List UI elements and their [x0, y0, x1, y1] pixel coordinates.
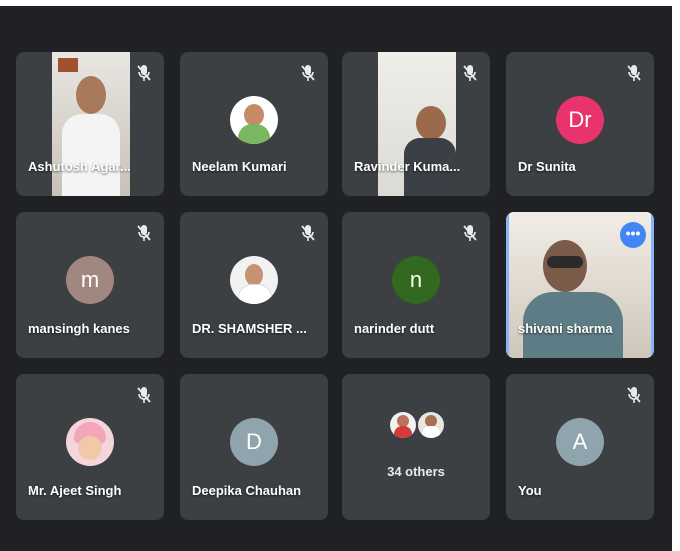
avatar	[230, 96, 278, 144]
participant-tile[interactable]: Mr. Ajeet Singh	[16, 374, 164, 520]
avatar	[66, 418, 114, 466]
mic-off-icon	[463, 65, 477, 81]
participant-video	[378, 52, 456, 196]
meeting-grid: Ashutosh Agar... Neelam Kumari Ravinder …	[0, 0, 672, 551]
participant-tile[interactable]: D Deepika Chauhan	[180, 374, 328, 520]
participant-name: Dr Sunita	[518, 159, 576, 174]
avatar	[418, 412, 444, 438]
participant-tile-speaking[interactable]: ••• shivani sharma	[506, 212, 654, 358]
others-count: 34 others	[387, 464, 445, 479]
participant-name: Ashutosh Agar...	[28, 159, 131, 174]
participant-name: Mr. Ajeet Singh	[28, 483, 122, 498]
others-tile[interactable]: 34 others	[342, 374, 490, 520]
participant-name: mansingh kanes	[28, 321, 130, 336]
more-horiz-icon[interactable]: •••	[620, 222, 646, 248]
participant-name: Ravinder Kuma...	[354, 159, 461, 174]
participant-name: Deepika Chauhan	[192, 483, 302, 498]
avatar: A	[556, 418, 604, 466]
participant-name: DR. SHAMSHER ...	[192, 321, 307, 336]
mic-off-icon	[137, 225, 151, 241]
avatar: m	[66, 256, 114, 304]
participant-tile[interactable]: n narinder dutt	[342, 212, 490, 358]
participant-video	[52, 52, 130, 196]
participant-tile[interactable]: Ashutosh Agar...	[16, 52, 164, 196]
participant-tile-self[interactable]: A You	[506, 374, 654, 520]
mic-off-icon	[137, 65, 151, 81]
avatar: Dr	[556, 96, 604, 144]
participant-name: narinder dutt	[354, 321, 435, 336]
avatar	[390, 412, 416, 438]
participant-tile[interactable]: m mansingh kanes	[16, 212, 164, 358]
participant-name: shivani sharma	[518, 321, 613, 336]
avatar	[230, 256, 278, 304]
mic-off-icon	[627, 65, 641, 81]
avatar: D	[230, 418, 278, 466]
mic-off-icon	[301, 225, 315, 241]
participant-tile[interactable]: DR. SHAMSHER ...	[180, 212, 328, 358]
mic-off-icon	[627, 387, 641, 403]
participant-tile[interactable]: Ravinder Kuma...	[342, 52, 490, 196]
avatar: n	[392, 256, 440, 304]
mic-off-icon	[301, 65, 315, 81]
participant-tile[interactable]: Dr Dr Sunita	[506, 52, 654, 196]
mic-off-icon	[463, 225, 477, 241]
participant-name: You	[518, 483, 542, 498]
participant-name: Neelam Kumari	[192, 159, 287, 174]
mic-off-icon	[137, 387, 151, 403]
participant-tile[interactable]: Neelam Kumari	[180, 52, 328, 196]
